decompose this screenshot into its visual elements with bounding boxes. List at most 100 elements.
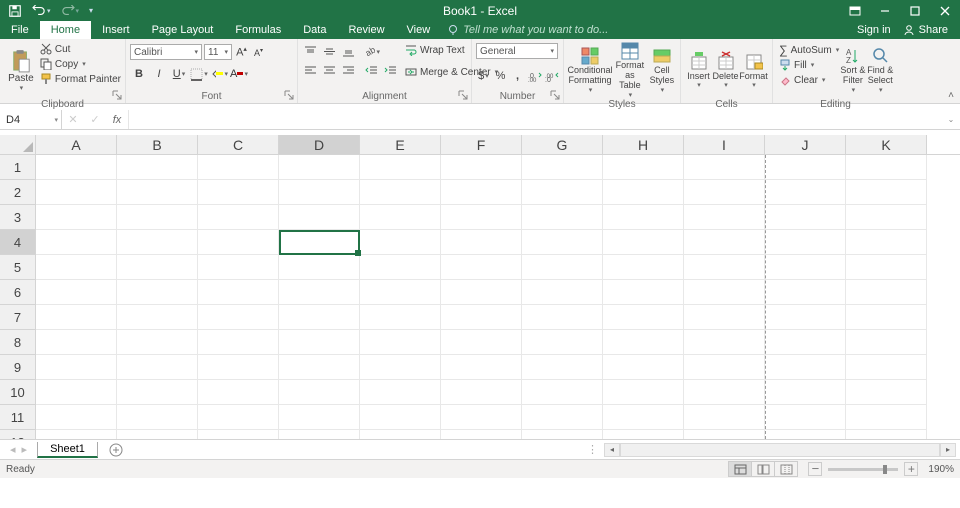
scroll-right-icon[interactable]: ▸ [940, 443, 956, 457]
cell[interactable] [279, 180, 360, 205]
tab-data[interactable]: Data [292, 21, 337, 39]
cell[interactable] [360, 205, 441, 230]
number-format-combo[interactable]: General▾ [476, 43, 558, 59]
column-header[interactable]: E [360, 135, 441, 154]
sheet-nav-next-icon[interactable]: ▸ [22, 443, 28, 456]
cell[interactable] [684, 355, 765, 380]
zoom-level[interactable]: 190% [928, 464, 954, 475]
cell[interactable] [522, 330, 603, 355]
cell[interactable] [198, 255, 279, 280]
cell[interactable] [603, 305, 684, 330]
cell[interactable] [198, 405, 279, 430]
cell[interactable] [117, 205, 198, 230]
cell[interactable] [846, 330, 927, 355]
find-select-button[interactable]: Find &Select▾ [867, 41, 894, 99]
cell[interactable] [198, 280, 279, 305]
cell[interactable] [684, 380, 765, 405]
ribbon-display-options-icon[interactable] [840, 0, 870, 21]
cell[interactable] [198, 330, 279, 355]
cell[interactable] [522, 180, 603, 205]
row-header[interactable]: 8 [0, 330, 36, 355]
zoom-slider[interactable] [828, 468, 898, 471]
cell[interactable] [522, 280, 603, 305]
cell[interactable] [117, 230, 198, 255]
save-icon[interactable] [8, 4, 22, 18]
clear-button[interactable]: Clear▾ [779, 73, 839, 88]
font-dialog-launcher-icon[interactable] [284, 90, 294, 100]
tab-page-layout[interactable]: Page Layout [141, 21, 225, 39]
cell[interactable] [765, 355, 846, 380]
cell[interactable] [360, 305, 441, 330]
cell[interactable] [846, 305, 927, 330]
cell[interactable] [765, 155, 846, 180]
tab-review[interactable]: Review [337, 21, 395, 39]
align-middle-button[interactable] [321, 44, 338, 59]
cell[interactable] [36, 205, 117, 230]
comma-style-button[interactable]: , [510, 67, 525, 85]
cell[interactable] [279, 330, 360, 355]
cell[interactable] [117, 430, 198, 439]
cell[interactable] [360, 280, 441, 305]
underline-button[interactable]: U▾ [170, 65, 188, 83]
cell[interactable] [279, 255, 360, 280]
tab-file[interactable]: File [0, 21, 40, 39]
cell[interactable] [279, 380, 360, 405]
cell[interactable] [846, 230, 927, 255]
cell[interactable] [360, 155, 441, 180]
sign-in-link[interactable]: Sign in [857, 24, 891, 36]
cell[interactable] [765, 305, 846, 330]
cell[interactable] [36, 305, 117, 330]
font-color-button[interactable]: A▾ [230, 65, 248, 83]
cell[interactable] [846, 280, 927, 305]
new-sheet-button[interactable] [106, 440, 126, 460]
cell[interactable] [279, 405, 360, 430]
cell[interactable] [522, 355, 603, 380]
fill-color-button[interactable]: ▾ [210, 65, 228, 83]
fill-button[interactable]: Fill▾ [779, 58, 839, 73]
cell[interactable] [603, 205, 684, 230]
cell[interactable] [36, 180, 117, 205]
cell[interactable] [441, 205, 522, 230]
format-cells-button[interactable]: Format▾ [739, 41, 768, 99]
cell[interactable] [441, 255, 522, 280]
zoom-out-button[interactable]: − [808, 462, 822, 476]
paste-button[interactable]: Paste ▾ [4, 41, 38, 99]
column-header[interactable]: F [441, 135, 522, 154]
cell[interactable] [522, 230, 603, 255]
cell[interactable] [117, 180, 198, 205]
undo-icon[interactable]: ▾ [32, 5, 51, 17]
cell[interactable] [198, 305, 279, 330]
normal-view-button[interactable] [728, 461, 752, 477]
cell[interactable] [279, 305, 360, 330]
cell[interactable] [360, 405, 441, 430]
bold-button[interactable]: B [130, 65, 148, 83]
cell[interactable] [360, 180, 441, 205]
cell[interactable] [198, 230, 279, 255]
zoom-in-button[interactable]: + [904, 462, 918, 476]
cell[interactable] [603, 280, 684, 305]
cell[interactable] [684, 205, 765, 230]
cell[interactable] [765, 380, 846, 405]
column-header[interactable]: I [684, 135, 765, 154]
cell[interactable] [765, 230, 846, 255]
row-header[interactable]: 12 [0, 430, 36, 439]
insert-function-button[interactable]: fx [106, 114, 128, 126]
tab-formulas[interactable]: Formulas [224, 21, 292, 39]
conditional-formatting-button[interactable]: ConditionalFormatting▾ [568, 41, 612, 99]
cell[interactable] [441, 380, 522, 405]
clipboard-dialog-launcher-icon[interactable] [112, 90, 122, 100]
cell[interactable] [36, 280, 117, 305]
formula-input[interactable] [129, 110, 942, 129]
cell[interactable] [117, 255, 198, 280]
tab-home[interactable]: Home [40, 21, 91, 39]
cell[interactable] [117, 380, 198, 405]
maximize-button[interactable] [900, 0, 930, 21]
cell[interactable] [360, 255, 441, 280]
format-as-table-button[interactable]: Format asTable▾ [612, 41, 648, 99]
cell[interactable] [846, 180, 927, 205]
cell[interactable] [603, 230, 684, 255]
row-header[interactable]: 5 [0, 255, 36, 280]
insert-cells-button[interactable]: Insert▾ [685, 41, 712, 99]
cell[interactable] [522, 255, 603, 280]
copy-button[interactable]: Copy▾ [40, 57, 121, 72]
